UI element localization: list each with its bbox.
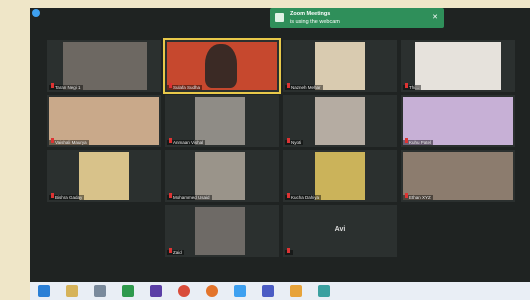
mic-muted-icon bbox=[287, 83, 290, 88]
participant-tile[interactable]: Bishra Gaday bbox=[47, 150, 161, 202]
mic-muted-icon bbox=[169, 248, 172, 253]
zoom-gallery-window: Zoom Meetings is using the webcam ✕ Tara… bbox=[30, 8, 530, 290]
participant-tile[interactable]: Kuhu Patel bbox=[401, 95, 515, 147]
participant-video bbox=[195, 152, 245, 200]
webcam-notification[interactable]: Zoom Meetings is using the webcam ✕ bbox=[270, 8, 444, 28]
teams-icon[interactable] bbox=[262, 285, 274, 297]
participant-tile[interactable]: Ethan XYZ bbox=[401, 150, 515, 202]
participant-tile[interactable]: Nazneh Mehar bbox=[283, 40, 397, 92]
firefox-icon[interactable] bbox=[206, 285, 218, 297]
participant-video bbox=[79, 152, 129, 200]
participant-tile[interactable]: Vaishali Maurya bbox=[47, 95, 161, 147]
vlc-icon[interactable] bbox=[290, 285, 302, 297]
participant-tile[interactable]: Anmaan Vishal bbox=[165, 95, 279, 147]
participant-name: Vaishali Maurya bbox=[49, 138, 89, 145]
participant-name: Anmaan Vishal bbox=[167, 138, 206, 145]
media-player-icon[interactable] bbox=[150, 285, 162, 297]
participant-tile[interactable]: Taran Negi 1 bbox=[47, 40, 161, 92]
notification-title: Zoom Meetings bbox=[290, 11, 331, 17]
participant-video bbox=[415, 42, 501, 90]
windows-start-icon[interactable] bbox=[38, 285, 50, 297]
mic-muted-icon bbox=[405, 138, 408, 143]
mic-muted-icon bbox=[51, 193, 54, 198]
participant-video bbox=[403, 152, 513, 200]
participant-video bbox=[403, 97, 513, 145]
participant-video bbox=[195, 207, 245, 255]
participant-video bbox=[315, 152, 365, 200]
chrome-icon[interactable] bbox=[178, 285, 190, 297]
mic-muted-icon bbox=[51, 83, 54, 88]
participant-name: Nazneh Mehar bbox=[285, 83, 323, 90]
mic-muted-icon bbox=[169, 138, 172, 143]
participant-tile[interactable]: Kucha Dahiya bbox=[283, 150, 397, 202]
participant-name: Sulafa Sudha bbox=[167, 83, 203, 90]
participant-center-name: Avi bbox=[334, 226, 346, 233]
windows-taskbar bbox=[30, 282, 530, 300]
task-view-icon[interactable] bbox=[94, 285, 106, 297]
file-explorer-icon[interactable] bbox=[66, 285, 78, 297]
participant-video bbox=[315, 97, 365, 145]
participant-name: Bishra Gaday bbox=[49, 193, 85, 200]
participant-face bbox=[205, 44, 237, 88]
participant-name: Ethan XYZ bbox=[403, 193, 433, 200]
participant-name: Taran Negi 1 bbox=[49, 83, 83, 90]
zoom-notification-icon bbox=[275, 13, 284, 22]
participant-tile-camera-off[interactable]: Avi bbox=[283, 205, 397, 257]
mic-muted-icon bbox=[287, 138, 290, 143]
participant-tile[interactable]: Nyoti bbox=[283, 95, 397, 147]
participant-name bbox=[285, 248, 293, 255]
participant-tile[interactable]: Zaid bbox=[165, 205, 279, 257]
participant-video bbox=[63, 42, 147, 90]
participant-name: Thi... bbox=[403, 83, 422, 90]
participant-name: Kucha Dahiya bbox=[285, 193, 322, 200]
participant-name: Nyoti bbox=[285, 138, 304, 145]
mic-muted-icon bbox=[405, 193, 408, 198]
participant-tile-active-speaker[interactable]: Sulafa Sudha bbox=[163, 38, 281, 94]
participant-name: Zaid bbox=[167, 248, 184, 255]
participant-tile[interactable]: Mohammed Usaid bbox=[165, 150, 279, 202]
mic-muted-icon bbox=[169, 193, 172, 198]
participant-video bbox=[49, 97, 159, 145]
mic-muted-icon bbox=[51, 138, 54, 143]
mic-muted-icon bbox=[169, 83, 172, 88]
close-icon[interactable]: ✕ bbox=[432, 13, 438, 21]
notification-message: is using the webcam bbox=[290, 19, 340, 25]
participant-video bbox=[195, 97, 245, 145]
excel-icon[interactable] bbox=[122, 285, 134, 297]
mic-muted-icon bbox=[287, 193, 290, 198]
participant-name: Kuhu Patel bbox=[403, 138, 434, 145]
zoom-app-icon[interactable] bbox=[32, 9, 40, 17]
participant-video bbox=[315, 42, 365, 90]
mic-muted-icon bbox=[287, 248, 290, 253]
participant-name: Mohammed Usaid bbox=[167, 193, 212, 200]
participant-tile[interactable]: Thi... bbox=[401, 40, 515, 92]
mic-muted-icon bbox=[405, 83, 408, 88]
zoom-icon[interactable] bbox=[234, 285, 246, 297]
paint-icon[interactable] bbox=[318, 285, 330, 297]
